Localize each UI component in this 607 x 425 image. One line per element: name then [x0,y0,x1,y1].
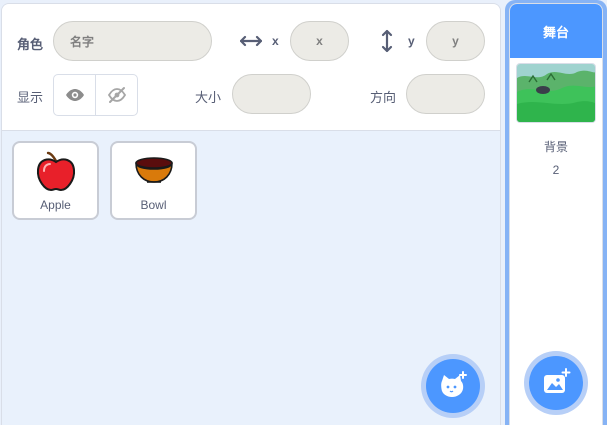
stage-selector[interactable]: 舞台 背景 2 [505,0,607,425]
sprite-label: 角色 [17,37,44,52]
x-position-field[interactable]: x [290,21,349,61]
show-label: 显示 [17,90,44,105]
add-backdrop-button[interactable] [524,351,588,415]
y-label: y [408,34,415,48]
visibility-toggle [53,74,138,116]
size-label: 大小 [195,90,222,105]
horizontal-arrows-icon [240,35,262,47]
apple-icon [36,151,75,192]
backdrop-thumbnail[interactable] [516,63,596,123]
eye-slash-icon [107,87,126,103]
direction-field[interactable] [406,74,485,114]
backdrop-count: 2 [552,163,560,177]
size-field[interactable] [232,74,311,114]
sprite-info-panel: 角色 名字 x x y y 显示 大小 方向 [2,4,500,131]
y-position-field[interactable]: y [426,21,485,61]
bowl-icon [134,157,173,183]
backdrop-label: 背景 [543,140,568,154]
show-button[interactable] [54,75,95,115]
sprite-pane: 角色 名字 x x y y 显示 大小 方向 Apple Bowl [1,3,501,425]
vertical-arrows-icon [381,29,393,53]
sprite-tile-bowl[interactable]: Bowl [110,141,197,220]
x-label: x [272,34,279,48]
add-sprite-button[interactable] [421,354,485,418]
sprite-name-field[interactable]: 名字 [53,21,212,61]
eye-icon [65,89,84,101]
stage-title: 舞台 [510,4,602,58]
backdrop-image [517,64,595,122]
stage-panel: 舞台 背景 2 [509,3,603,425]
cat-plus-icon [441,371,467,397]
image-plus-icon [544,368,571,393]
sprite-name-apple: Apple [40,198,71,212]
direction-label: 方向 [370,90,397,105]
sprite-tile-apple[interactable]: Apple [12,141,99,220]
hide-button[interactable] [95,75,137,115]
sprite-name-bowl: Bowl [140,198,167,212]
